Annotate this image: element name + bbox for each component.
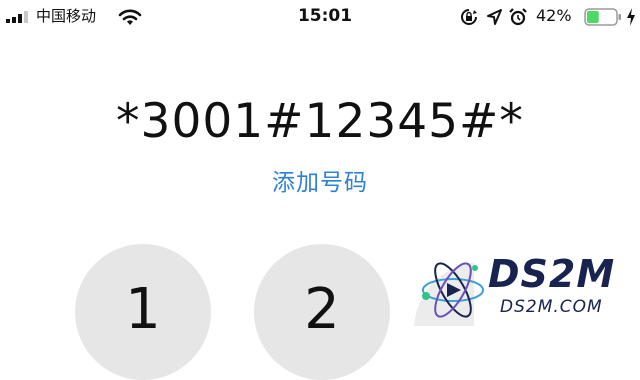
carrier-name: 中国移动 (36, 7, 97, 25)
watermark-subtitle: DS2M.COM (500, 297, 603, 317)
atom-logo-icon (422, 262, 484, 318)
dialed-number: *3001#12345#* (116, 94, 524, 149)
watermark-title: DS2M (488, 252, 616, 296)
wifi-icon (118, 9, 142, 25)
watermark-logo: DS2M DS2M.COM (416, 252, 640, 326)
battery-percent: 42% (536, 6, 572, 25)
status-bar: 中国移动 15:01 42% (0, 0, 640, 32)
signal-icon (6, 11, 28, 23)
keypad-key-1-label: 1 (125, 277, 161, 342)
location-icon (487, 9, 502, 25)
status-time: 15:01 (297, 6, 353, 26)
keypad-key-1[interactable]: 1 (75, 244, 211, 380)
add-number-link[interactable]: 添加号码 (0, 166, 640, 200)
orientation-lock-icon (461, 9, 477, 25)
alarm-icon (509, 8, 527, 26)
keypad-key-2[interactable]: 2 (254, 244, 390, 380)
battery-icon (584, 8, 621, 26)
keypad-key-2-label: 2 (304, 277, 340, 342)
charging-icon (627, 8, 635, 26)
